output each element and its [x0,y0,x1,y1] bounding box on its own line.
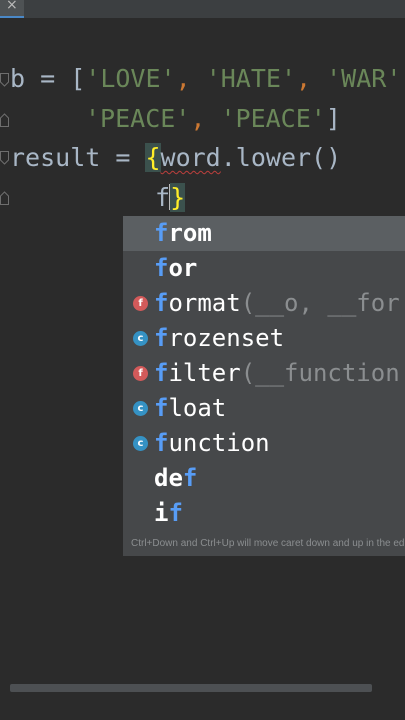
completion-item-frozenset[interactable]: c frozenset [123,321,405,356]
completion-popup: from for f format(__o, __for c frozenset… [123,216,405,556]
completion-hint: Ctrl+Down and Ctrl+Up will move caret do… [131,538,405,549]
code-line-3[interactable]: result = {word.lower() [10,143,341,173]
comma: , [190,104,221,133]
completion-label: from [154,219,212,247]
completion-label: def [154,464,198,492]
completion-item-format[interactable]: f format(__o, __for [123,286,405,321]
comma: , [296,64,327,93]
fold-marker-icon[interactable] [0,151,9,165]
completion-item-float[interactable]: c float [123,391,405,426]
completion-label: float [154,394,227,422]
editor-tab[interactable]: × [0,0,24,18]
fold-end-marker-icon[interactable] [0,191,9,205]
function-icon: f [133,296,148,311]
typed-text: f [155,183,171,212]
code-line-2[interactable]: 'PEACE', 'PEACE'] [85,104,341,134]
class-icon: c [133,436,148,451]
close-icon[interactable]: × [6,0,18,13]
completion-item-for[interactable]: for [123,251,405,286]
code-text: .lower() [220,143,342,172]
completion-item-function[interactable]: c function [123,426,405,461]
function-icon: f [133,366,148,381]
string-literal: 'PEACE' [220,104,326,133]
completion-item-filter[interactable]: f filter(__function [123,356,405,391]
completion-label: frozenset [154,324,285,352]
fold-end-marker-icon[interactable] [0,113,9,127]
completion-label: function [154,429,270,457]
editor-tab-bar: × [0,0,405,18]
unresolved-reference: word [160,143,221,172]
completion-label: if [154,499,183,527]
code-text: result = [10,143,146,172]
string-literal: 'PEACE' [85,104,191,133]
class-icon: c [133,331,148,346]
horizontal-scrollbar[interactable] [10,684,372,692]
completion-item-from[interactable]: from [123,216,405,251]
completion-label: for [154,254,198,282]
class-icon: c [133,401,148,416]
completion-item-if[interactable]: if [123,496,405,531]
code-text: b = [ [10,64,86,93]
code-line-1[interactable]: b = ['LOVE', 'HATE', 'WAR', [10,64,405,94]
code-line-4[interactable]: f} [155,183,186,213]
matched-brace: } [170,183,186,212]
string-literal: 'WAR' [326,64,402,93]
comma: , [401,64,405,93]
matched-brace: { [145,143,161,172]
comma: , [175,64,206,93]
code-text: ] [325,104,341,133]
completion-label: format(__o, __for [154,289,400,317]
string-literal: 'HATE' [205,64,296,93]
completion-item-def[interactable]: def [123,461,405,496]
completion-label: filter(__function [154,359,400,387]
string-literal: 'LOVE' [85,64,176,93]
fold-marker-icon[interactable] [0,73,9,87]
